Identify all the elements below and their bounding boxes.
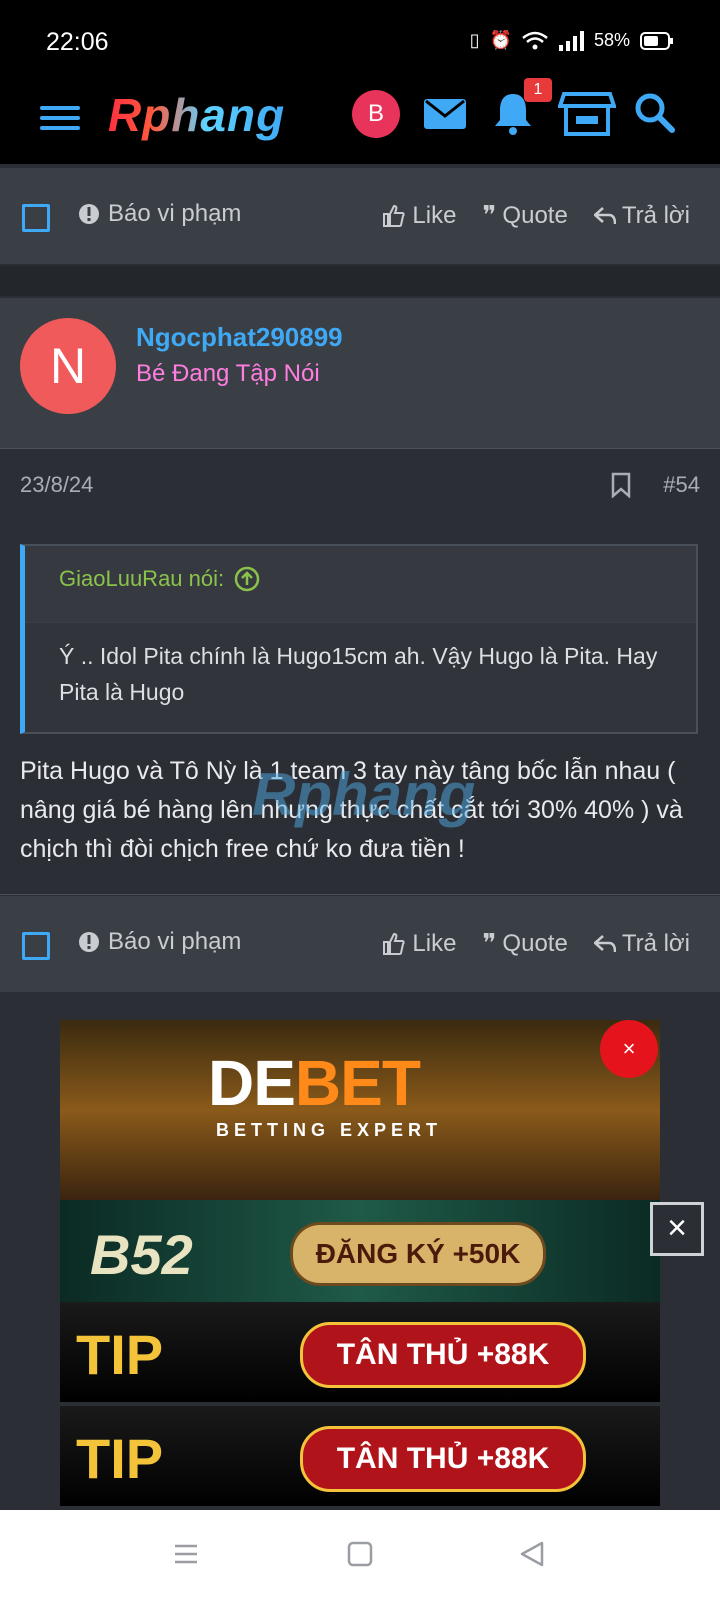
bookmark-icon[interactable] <box>610 472 632 498</box>
report-button[interactable]: Báo vi phạm <box>78 928 241 956</box>
wifi-icon <box>522 31 548 49</box>
status-bar: 22:06 ▯ ⏰ 58% <box>0 0 720 78</box>
post-date[interactable]: 23/8/24 <box>20 472 93 497</box>
alert-icon <box>79 204 99 224</box>
post-author-block: N Ngocphat290899 Bé Đang Tập Nói <box>0 298 720 448</box>
post-action-group: Like ❞ Quote Trả lời <box>382 928 690 959</box>
thumbs-up-icon <box>383 932 406 955</box>
menu-icon[interactable] <box>40 100 80 136</box>
quote-icon: ❞ <box>482 200 497 230</box>
tip-ad-banner[interactable]: TIP TÂN THỦ +88K <box>60 1302 660 1402</box>
battery-percent: 58% <box>593 30 630 50</box>
app-header: Rphang B 1 <box>0 78 720 164</box>
vibrate-icon: ▯ <box>469 30 480 50</box>
post-number[interactable]: #54 <box>663 472 700 498</box>
post-action-group: Like ❞ Quote Trả lời <box>382 200 690 231</box>
debet-ad-banner[interactable]: DEBET BETTING EXPERT × <box>60 1020 660 1200</box>
site-logo[interactable]: Rphang <box>108 88 285 142</box>
report-label: Báo vi phạm <box>108 200 242 227</box>
reply-button[interactable]: Trả lời <box>593 200 690 231</box>
author-avatar[interactable]: N <box>20 318 116 414</box>
tip-ad-banner-2[interactable]: TIP TÂN THỦ +88K <box>60 1406 660 1506</box>
quote-text: Ý .. Idol Pita chính là Hugo15cm ah. Vậy… <box>59 643 658 705</box>
reply-icon <box>593 206 616 224</box>
quote-label: Quote <box>502 929 568 957</box>
author-title: Bé Đang Tập Nói <box>136 360 320 387</box>
reply-label: Trả lời <box>621 201 690 229</box>
logo-watermark: Rphang <box>252 761 476 828</box>
status-icons: ▯ ⏰ 58% <box>470 30 674 51</box>
b52-ad-banner[interactable]: B52 ĐĂNG KÝ +50K <box>60 1200 660 1302</box>
alarm-icon: ⏰ <box>489 30 512 50</box>
tip-cta[interactable]: TÂN THỦ +88K <box>300 1426 586 1492</box>
ad-close-button[interactable]: × <box>600 1020 658 1078</box>
search-icon[interactable] <box>630 88 680 138</box>
arrow-up-circle-icon <box>234 566 260 592</box>
debet-logo: DEBET <box>208 1047 421 1119</box>
home-icon[interactable] <box>346 1540 374 1568</box>
author-username[interactable]: Ngocphat290899 <box>136 322 343 353</box>
post-gap <box>0 266 720 296</box>
quote-icon: ❞ <box>482 928 497 958</box>
post-actions-bar: Báo vi phạm Like ❞ Quote Trả lời <box>0 896 720 992</box>
notification-badge: 1 <box>524 78 552 102</box>
debet-tagline: BETTING EXPERT <box>216 1120 443 1140</box>
like-label: Like <box>412 929 457 957</box>
quote-author: GiaoLuuRau nói: <box>59 566 225 591</box>
reply-label: Trả lời <box>621 929 690 957</box>
system-nav-bar <box>0 1510 720 1600</box>
ad-stack: DEBET BETTING EXPERT × B52 ĐĂNG KÝ +50K … <box>60 1020 660 1510</box>
like-button[interactable]: Like <box>382 200 456 231</box>
divider <box>0 448 720 449</box>
quote-label: Quote <box>502 201 568 229</box>
tip-cta[interactable]: TÂN THỦ +88K <box>300 1322 586 1388</box>
reply-icon <box>593 934 616 952</box>
tip-logo: TIP <box>76 1427 164 1490</box>
tip-logo: TIP <box>76 1323 164 1386</box>
battery-icon <box>640 31 673 50</box>
like-label: Like <box>412 201 457 229</box>
quote-block: GiaoLuuRau nói: Ý .. Idol Pita chính là … <box>20 544 698 734</box>
quote-button[interactable]: ❞ Quote <box>482 200 567 231</box>
overlay-close-button[interactable]: × <box>650 1202 704 1256</box>
alert-icon <box>79 932 99 952</box>
post-actions-bar-previous: Báo vi phạm Like ❞ Quote Trả lời <box>0 168 720 264</box>
quote-button[interactable]: ❞ Quote <box>482 928 567 959</box>
divider <box>0 894 720 895</box>
mail-icon[interactable] <box>420 88 470 138</box>
report-button[interactable]: Báo vi phạm <box>78 200 241 228</box>
post-meta: 23/8/24 #54 <box>20 472 700 498</box>
clock: 22:06 <box>46 28 109 56</box>
signal-icon <box>558 30 584 51</box>
select-checkbox[interactable] <box>22 204 50 232</box>
quote-author-link[interactable]: GiaoLuuRau nói: <box>59 566 260 592</box>
reply-button[interactable]: Trả lời <box>593 928 690 959</box>
b52-cta[interactable]: ĐĂNG KÝ +50K <box>290 1222 546 1286</box>
report-label: Báo vi phạm <box>108 928 242 955</box>
back-icon[interactable] <box>518 1540 546 1568</box>
thumbs-up-icon <box>383 204 406 227</box>
b52-logo: B52 <box>90 1223 193 1286</box>
select-checkbox[interactable] <box>22 932 50 960</box>
user-avatar[interactable]: B <box>352 90 400 138</box>
like-button[interactable]: Like <box>382 928 456 959</box>
store-icon[interactable] <box>558 88 616 138</box>
recents-icon[interactable] <box>172 1540 200 1568</box>
